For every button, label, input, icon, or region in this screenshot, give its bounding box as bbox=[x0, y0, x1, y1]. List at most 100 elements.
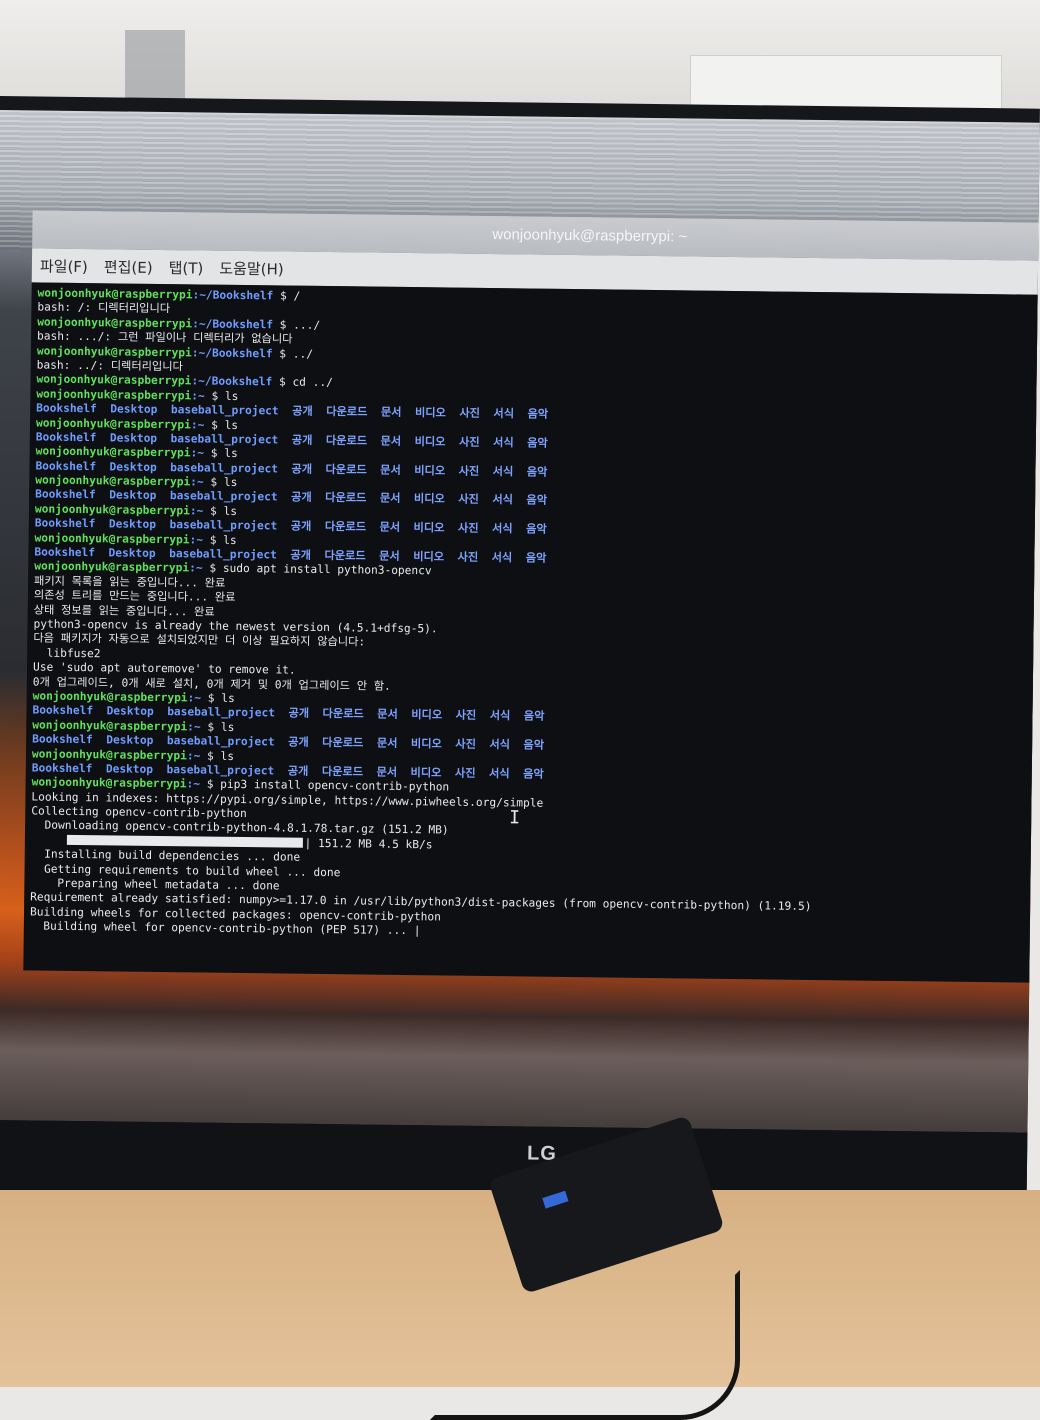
prompt-user: wonjoonhyuk@raspberrypi bbox=[32, 718, 188, 734]
prompt-path: :~/Bookshelf bbox=[191, 374, 273, 389]
command-text: $ ls bbox=[200, 720, 235, 734]
prompt-user: wonjoonhyuk@raspberrypi bbox=[36, 372, 192, 388]
prompt-path: :~ bbox=[190, 417, 205, 432]
directory-entry: baseball_project bbox=[169, 489, 278, 504]
directory-entry: Bookshelf bbox=[32, 732, 93, 747]
terminal-window[interactable]: wonjoonhyuk@raspberrypi: ~ 파일(F) 편집(E) 탭… bbox=[23, 210, 1040, 983]
command-text: $ cd ../ bbox=[272, 375, 333, 390]
directory-entry: 다운로드 bbox=[325, 433, 368, 448]
directory-entry: 문서 bbox=[379, 549, 400, 563]
prompt-user: wonjoonhyuk@raspberrypi bbox=[35, 473, 191, 489]
prompt-path: :~ bbox=[189, 561, 203, 575]
directory-entry: 서식 bbox=[493, 435, 514, 450]
directory-entry: 다운로드 bbox=[324, 520, 367, 534]
directory-entry: 공개 bbox=[288, 735, 309, 749]
prompt-user: wonjoonhyuk@raspberrypi bbox=[32, 689, 188, 705]
directory-entry: Desktop bbox=[110, 402, 158, 417]
directory-entry: 문서 bbox=[376, 765, 398, 779]
directory-entry: 사진 bbox=[458, 464, 480, 478]
directory-entry: Desktop bbox=[109, 460, 157, 474]
directory-entry: 음악 bbox=[523, 709, 545, 724]
directory-entry: 비디오 bbox=[411, 708, 443, 722]
prompt-user: wonjoonhyuk@raspberrypi bbox=[31, 775, 187, 791]
directory-entry: 문서 bbox=[380, 463, 401, 477]
directory-entry: 비디오 bbox=[413, 521, 445, 535]
directory-entry: 다운로드 bbox=[324, 549, 366, 563]
directory-entry: Bookshelf bbox=[35, 459, 97, 473]
prompt-user: wonjoonhyuk@raspberrypi bbox=[37, 286, 193, 302]
prompt-path: :~ bbox=[187, 720, 201, 734]
terminal-output[interactable]: wonjoonhyuk@raspberrypi:~/Bookshelf $ / b… bbox=[23, 282, 1040, 983]
output-text: bash: ../: 디렉터리입니다 bbox=[36, 358, 183, 374]
directory-entry: 문서 bbox=[380, 405, 402, 420]
directory-entry: 공개 bbox=[288, 706, 310, 721]
menu-tabs[interactable]: 탭(T) bbox=[169, 257, 204, 278]
directory-entry: 비디오 bbox=[413, 550, 445, 564]
directory-entry: 서식 bbox=[491, 522, 513, 536]
directory-entry: 다운로드 bbox=[325, 462, 367, 477]
directory-entry: 사진 bbox=[454, 766, 476, 780]
prompt-user: wonjoonhyuk@raspberrypi bbox=[34, 531, 190, 546]
directory-entry: baseball_project bbox=[166, 734, 275, 749]
menu-file[interactable]: 파일(F) bbox=[40, 255, 88, 277]
menu-help[interactable]: 도움말(H) bbox=[219, 257, 284, 279]
command-text: $ ls bbox=[204, 418, 239, 432]
prompt-user: wonjoonhyuk@raspberrypi bbox=[34, 502, 190, 518]
command-text: $ .../ bbox=[272, 318, 321, 332]
directory-entry: baseball_project bbox=[167, 705, 276, 720]
command-text: $ ls bbox=[203, 504, 238, 518]
prompt-user: wonjoonhyuk@raspberrypi bbox=[35, 415, 192, 431]
directory-entry: 비디오 bbox=[414, 434, 446, 449]
command-text: $ ls bbox=[203, 446, 238, 461]
output-text: 상태 정보를 읽는 중입니다... 완료 bbox=[33, 603, 215, 619]
command-text: $ ls bbox=[202, 533, 237, 547]
usb-port bbox=[542, 1190, 569, 1209]
directory-entry: Desktop bbox=[105, 762, 154, 776]
prompt-user: wonjoonhyuk@raspberrypi bbox=[37, 315, 193, 331]
directory-entry: baseball_project bbox=[166, 762, 275, 778]
prompt-user: wonjoonhyuk@raspberrypi bbox=[35, 444, 191, 460]
directory-entry: 사진 bbox=[455, 737, 476, 751]
directory-entry: 서식 bbox=[489, 709, 511, 723]
directory-entry: 다운로드 bbox=[326, 405, 368, 419]
output-text: Installing build dependencies ... done bbox=[30, 847, 301, 864]
output-text: Preparing wheel metadata ... done bbox=[30, 876, 280, 893]
command-text: $ ls bbox=[200, 748, 235, 763]
directory-entry: baseball_project bbox=[170, 460, 279, 476]
i-beam-cursor-icon: I bbox=[509, 807, 521, 829]
directory-entry: baseball_project bbox=[170, 403, 279, 418]
prompt-user: wonjoonhyuk@raspberrypi bbox=[31, 746, 187, 762]
directory-entry: Desktop bbox=[109, 488, 157, 503]
directory-entry: 서식 bbox=[488, 766, 510, 781]
directory-entry: 사진 bbox=[455, 708, 477, 723]
window-title: wonjoonhyuk@raspberrypi: ~ bbox=[492, 226, 688, 246]
output-text: Use 'sudo apt autoremove' to remove it. bbox=[32, 660, 296, 677]
prompt-path: :~/Bookshelf bbox=[191, 345, 273, 360]
prompt-path: :~ bbox=[190, 446, 205, 460]
directory-entry: 공개 bbox=[291, 491, 312, 505]
directory-entry: 다운로드 bbox=[322, 736, 364, 750]
directory-entry: 문서 bbox=[376, 736, 398, 751]
directory-entry: baseball_project bbox=[169, 547, 278, 562]
directory-entry: 음악 bbox=[526, 465, 548, 479]
output-text: libfuse2 bbox=[33, 646, 101, 661]
directory-entry: 음악 bbox=[526, 522, 547, 536]
directory-entry: Bookshelf bbox=[36, 401, 97, 416]
directory-entry: Desktop bbox=[106, 733, 154, 748]
prompt-path: :~ bbox=[186, 748, 201, 762]
output-text: bash: .../: 그런 파일이나 디렉터리가 없습니다 bbox=[36, 329, 293, 346]
directory-entry: 서식 bbox=[492, 464, 514, 478]
directory-entry: 비디오 bbox=[410, 737, 442, 751]
directory-entry: 문서 bbox=[379, 492, 401, 506]
prompt-path: :~/Bookshelf bbox=[192, 288, 274, 303]
directory-entry: 사진 bbox=[457, 521, 479, 536]
directory-entry: 음악 bbox=[523, 738, 545, 752]
directory-entry: 공개 bbox=[290, 519, 312, 534]
menu-edit[interactable]: 편집(E) bbox=[104, 256, 153, 278]
directory-entry: Bookshelf bbox=[34, 516, 96, 531]
directory-entry: Bookshelf bbox=[32, 703, 94, 718]
directory-entry: 음악 bbox=[525, 551, 547, 565]
directory-entry: 공개 bbox=[290, 548, 312, 562]
directory-entry: 사진 bbox=[457, 550, 479, 564]
prompt-path: :~ bbox=[191, 389, 205, 403]
